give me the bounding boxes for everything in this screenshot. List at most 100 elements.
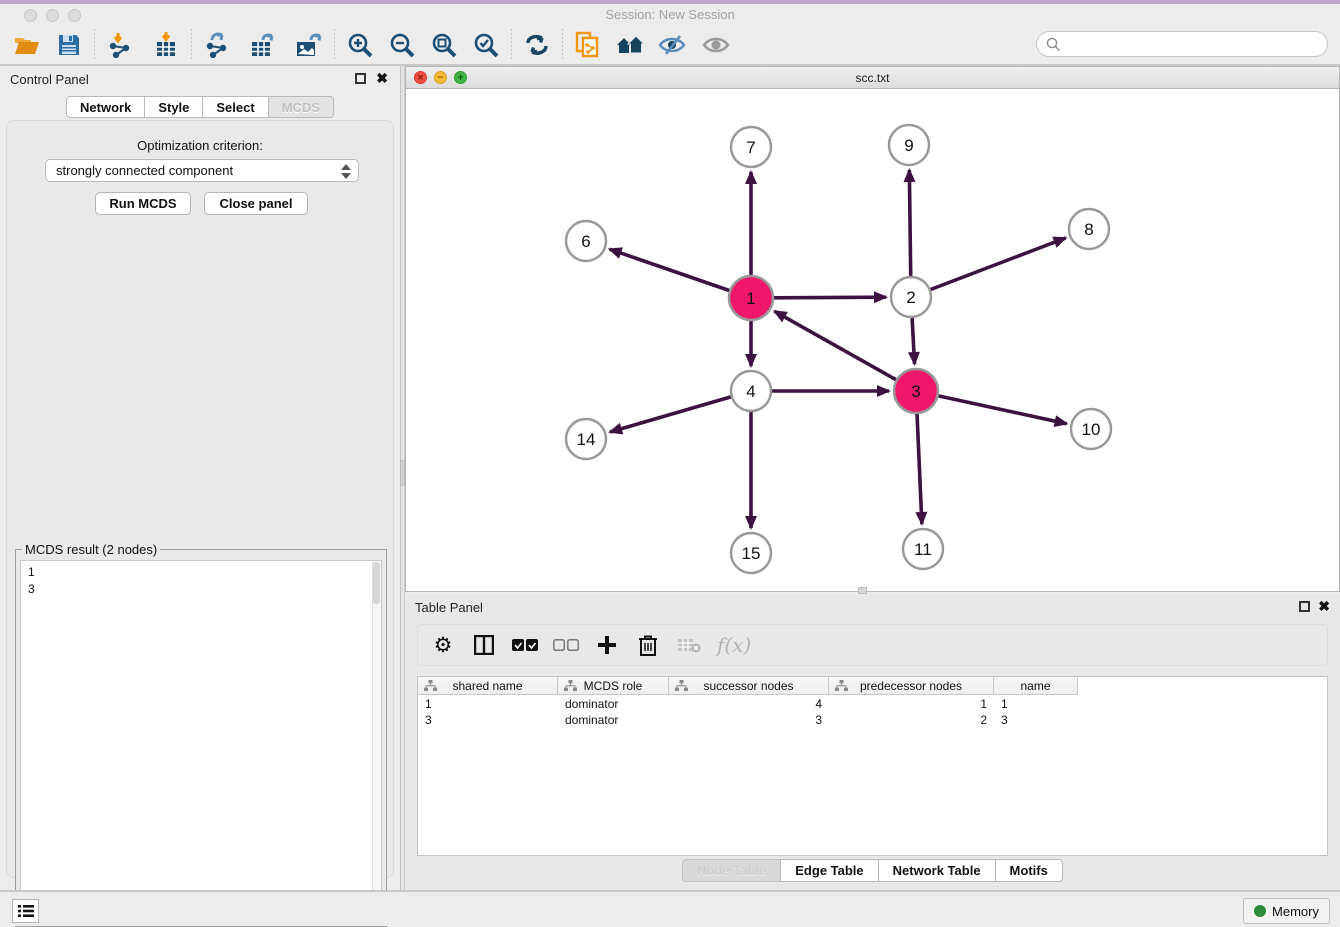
delete-table-icon	[676, 632, 702, 658]
cell-predecessor-nodes[interactable]: 1	[829, 696, 994, 712]
search-field[interactable]	[1036, 31, 1328, 57]
edge-3-11[interactable]	[917, 414, 922, 524]
network-graph[interactable]: 7968124314101511	[406, 89, 1339, 591]
mcds-result-list[interactable]: 13	[20, 560, 382, 922]
tab-select[interactable]: Select	[202, 96, 267, 118]
select-stepper-icon	[341, 164, 351, 179]
cell-name[interactable]: 3	[994, 712, 1078, 728]
cell-successor-nodes[interactable]: 4	[669, 696, 829, 712]
zoom-out-icon[interactable]	[385, 28, 419, 62]
edge-1-2[interactable]	[774, 297, 886, 298]
run-mcds-button[interactable]: Run MCDS	[95, 192, 191, 215]
export-table-icon[interactable]	[246, 28, 280, 62]
network-splitter-handle[interactable]	[858, 587, 867, 594]
column-header-name[interactable]: name	[994, 677, 1078, 694]
hide-selected-eye-icon[interactable]	[655, 28, 689, 62]
control-panel-float-icon[interactable]	[355, 73, 366, 84]
cell-successor-nodes[interactable]: 3	[669, 712, 829, 728]
search-input[interactable]	[1061, 34, 1327, 54]
import-network-icon[interactable]	[103, 28, 137, 62]
node-table[interactable]: shared nameMCDS rolesuccessor nodesprede…	[417, 676, 1328, 856]
tab-mcds[interactable]: MCDS	[268, 96, 334, 118]
optimization-criterion-value: strongly connected component	[56, 163, 233, 178]
deselect-all-checkboxes-icon[interactable]	[553, 632, 579, 658]
edge-3-1[interactable]	[775, 311, 896, 379]
table-panel-close-icon[interactable]: ✖	[1318, 599, 1330, 613]
edge-2-9[interactable]	[909, 170, 910, 276]
node-label: 3	[911, 382, 920, 401]
table-row[interactable]: 1dominator411	[418, 696, 1327, 712]
clone-network-icon[interactable]	[571, 28, 605, 62]
table-panel-float-icon[interactable]	[1299, 601, 1310, 612]
export-network-icon[interactable]	[200, 28, 234, 62]
tab-edge-table[interactable]: Edge Table	[780, 859, 877, 882]
cell-shared-name[interactable]: 3	[418, 712, 558, 728]
edge-2-3[interactable]	[912, 318, 914, 364]
status-bar: Memory	[0, 890, 1340, 926]
toolbar-separator	[511, 29, 512, 61]
tab-motifs[interactable]: Motifs	[995, 859, 1063, 882]
tab-node-table[interactable]: Node Table	[682, 859, 780, 882]
cell-MCDS-role[interactable]: dominator	[558, 696, 669, 712]
control-panel: Control Panel ✖ NetworkStyleSelectMCDS O…	[0, 66, 400, 890]
mcds-result-fieldset: MCDS result (2 nodes) 13	[15, 549, 387, 927]
settings-gear-icon[interactable]: ⚙	[430, 632, 456, 658]
edge-4-14[interactable]	[610, 397, 731, 432]
add-column-icon[interactable]	[594, 632, 620, 658]
top-accent-strip	[0, 0, 1340, 4]
cell-MCDS-role[interactable]: dominator	[558, 712, 669, 728]
tab-network[interactable]: Network	[66, 96, 144, 118]
cell-name[interactable]: 1	[994, 696, 1078, 712]
node-label: 2	[906, 288, 915, 307]
save-session-icon[interactable]	[52, 28, 86, 62]
select-all-checkboxes-icon[interactable]	[512, 632, 538, 658]
control-panel-close-icon[interactable]: ✖	[376, 71, 388, 85]
node-label: 8	[1084, 220, 1093, 239]
delete-column-icon[interactable]	[635, 632, 661, 658]
column-header-MCDS-role[interactable]: MCDS role	[558, 677, 669, 694]
edge-2-8[interactable]	[931, 238, 1066, 290]
edge-1-6[interactable]	[610, 249, 730, 290]
column-view-icon[interactable]	[471, 632, 497, 658]
cell-predecessor-nodes[interactable]: 2	[829, 712, 994, 728]
node-label: 9	[904, 136, 913, 155]
edge-3-10[interactable]	[938, 396, 1066, 424]
home-icon[interactable]	[613, 28, 647, 62]
tab-network-table[interactable]: Network Table	[878, 859, 995, 882]
table-panel-tabs: Node TableEdge TableNetwork TableMotifs	[405, 859, 1340, 882]
zoom-selected-icon[interactable]	[469, 28, 503, 62]
mcds-result-title: MCDS result (2 nodes)	[22, 542, 160, 557]
column-header-shared-name[interactable]: shared name	[418, 677, 558, 694]
memory-button[interactable]: Memory	[1243, 898, 1330, 924]
refresh-layout-icon[interactable]	[520, 28, 554, 62]
result-scrollbar[interactable]	[372, 561, 381, 921]
node-label: 14	[577, 430, 596, 449]
table-row[interactable]: 3dominator323	[418, 712, 1327, 728]
network-view-window: × − + scc.txt 7968124314101511	[405, 66, 1340, 592]
memory-label: Memory	[1272, 904, 1319, 919]
control-panel-tabs: NetworkStyleSelectMCDS	[0, 96, 400, 118]
open-session-icon[interactable]	[10, 28, 44, 62]
zoom-in-icon[interactable]	[343, 28, 377, 62]
toolbar-separator	[191, 29, 192, 61]
optimization-criterion-select[interactable]: strongly connected component	[45, 159, 359, 182]
mcds-result-item: 1	[28, 564, 381, 581]
close-panel-button[interactable]: Close panel	[204, 192, 308, 215]
column-header-predecessor-nodes[interactable]: predecessor nodes	[829, 677, 994, 694]
table-panel-title: Table Panel	[415, 600, 483, 615]
node-label: 4	[746, 382, 755, 401]
task-history-button[interactable]	[12, 899, 39, 923]
column-header-successor-nodes[interactable]: successor nodes	[669, 677, 829, 694]
cell-shared-name[interactable]: 1	[418, 696, 558, 712]
network-canvas[interactable]: 7968124314101511	[406, 89, 1339, 591]
tab-style[interactable]: Style	[144, 96, 202, 118]
zoom-fit-icon[interactable]	[427, 28, 461, 62]
export-image-icon[interactable]	[292, 28, 326, 62]
list-icon	[18, 904, 34, 918]
import-table-icon[interactable]	[149, 28, 183, 62]
window-titlebar: Session: New Session	[0, 0, 1340, 26]
memory-status-icon	[1254, 905, 1266, 917]
toolbar-separator	[94, 29, 95, 61]
network-window-titlebar: × − + scc.txt	[406, 67, 1339, 89]
node-label: 10	[1082, 420, 1101, 439]
